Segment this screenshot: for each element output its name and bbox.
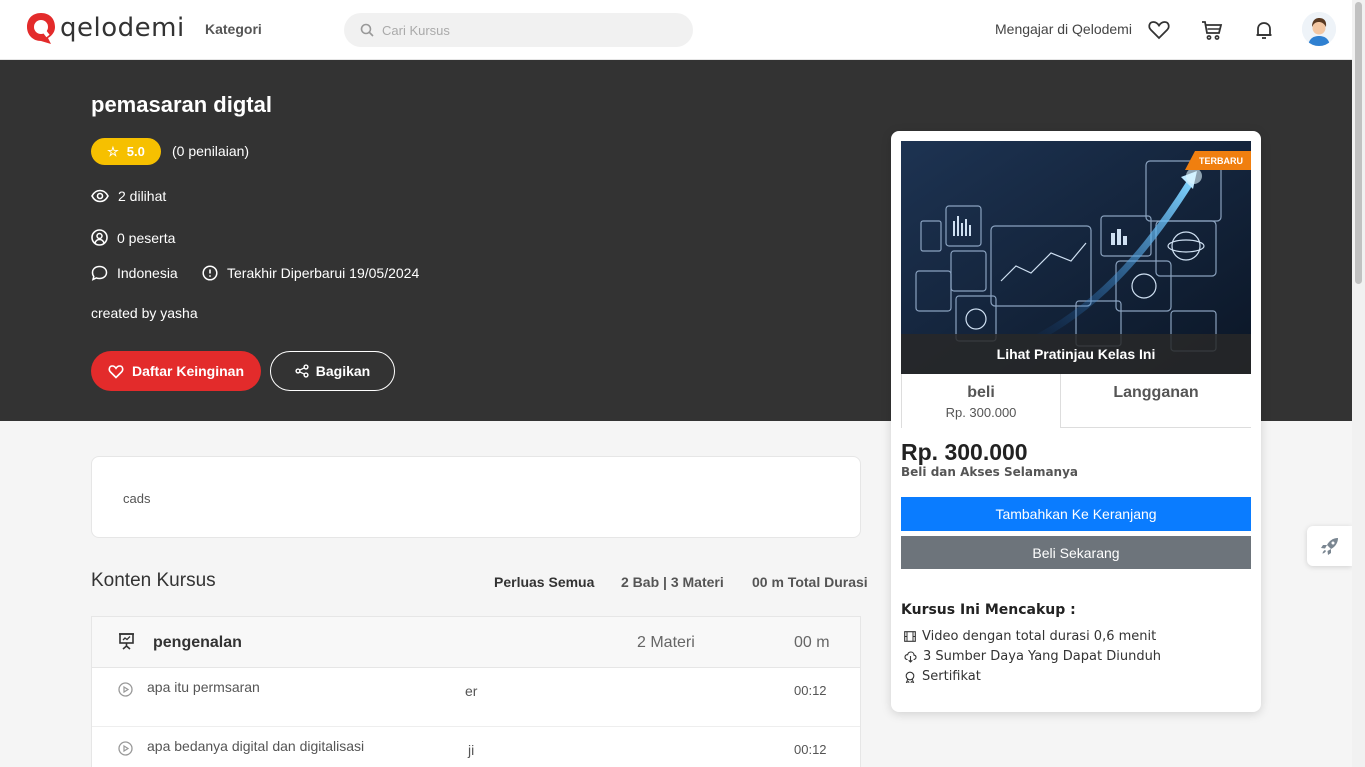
- add-to-cart-button[interactable]: Tambahkan Ke Keranjang: [901, 497, 1251, 531]
- lesson-note: er: [465, 683, 478, 699]
- heart-icon: [108, 364, 124, 379]
- section-title: pengenalan: [153, 634, 242, 651]
- rating-badge: ☆ 5.0: [91, 138, 161, 165]
- include-certificate-text: Sertifikat: [922, 669, 981, 684]
- description-card: cads: [91, 456, 861, 538]
- include-resources-text: 3 Sumber Daya Yang Dapat Diunduh: [923, 649, 1162, 664]
- wishlist-button[interactable]: Daftar Keinginan: [91, 351, 261, 391]
- total-duration: 00 m Total Durasi: [752, 574, 868, 590]
- participants-count: 0 peserta: [117, 229, 176, 246]
- search-icon: [360, 23, 374, 37]
- play-circle-icon: [118, 682, 133, 697]
- views-count: 2 dilihat: [118, 188, 167, 204]
- eye-icon: [91, 189, 109, 203]
- include-item-resources: 3 Sumber Daya Yang Dapat Diunduh: [904, 649, 1161, 664]
- section-duration: 00 m: [794, 634, 830, 651]
- section-count: 2 Materi: [637, 634, 695, 651]
- lesson-row[interactable]: apa bedanya digital dan digitalisasi ji …: [92, 727, 860, 767]
- buy-now-button[interactable]: Beli Sekarang: [901, 536, 1251, 569]
- logo-q-icon: [24, 11, 58, 45]
- purchase-card: TERBARU Lihat Pratinjau Kelas Ini beli R…: [891, 131, 1261, 712]
- heart-icon[interactable]: [1147, 18, 1171, 42]
- lesson-row[interactable]: apa itu permsaran er 00:12: [92, 668, 860, 727]
- rating-count: (0 penilaian): [172, 143, 250, 159]
- updated-row: Terakhir Diperbarui 19/05/2024: [202, 265, 419, 281]
- logo-text: qelodemi: [60, 13, 185, 43]
- price: Rp. 300.000: [901, 439, 1028, 465]
- expand-all-button[interactable]: Perluas Semua: [494, 574, 594, 590]
- search-bar: [344, 13, 693, 47]
- share-icon: [295, 364, 309, 378]
- scrollbar-thumb[interactable]: [1355, 2, 1362, 284]
- top-navbar: qelodemi Kategori Mengajar di Qelodemi: [0, 0, 1352, 60]
- views-row: 2 dilihat: [91, 188, 166, 204]
- includes-title: Kursus Ini Mencakup :: [901, 602, 1076, 618]
- section-header[interactable]: pengenalan 2 Materi 00 m: [92, 617, 860, 668]
- course-title: pemasaran digtal: [91, 92, 272, 117]
- course-preview[interactable]: TERBARU Lihat Pratinjau Kelas Ini: [901, 141, 1251, 374]
- presentation-icon: [119, 633, 134, 650]
- search-input[interactable]: [382, 22, 662, 38]
- language: Indonesia: [117, 265, 178, 281]
- lesson-title: apa bedanya digital dan digitalisasi: [147, 738, 365, 754]
- play-circle-icon: [118, 741, 133, 756]
- preview-label: Lihat Pratinjau Kelas Ini: [901, 334, 1251, 374]
- certificate-icon: [905, 671, 915, 683]
- page-scrollbar[interactable]: [1352, 0, 1365, 767]
- content-summary: 2 Bab | 3 Materi: [621, 574, 724, 590]
- lesson-duration: 00:12: [794, 683, 827, 698]
- star-icon: ☆: [107, 143, 119, 159]
- include-video-text: Video dengan total durasi 0,6 menit: [922, 629, 1157, 644]
- price-note: Beli dan Akses Selamanya: [901, 465, 1079, 479]
- tab-buy-title: beli: [967, 384, 995, 401]
- include-item-video: Video dengan total durasi 0,6 menit: [904, 629, 1156, 644]
- share-button[interactable]: Bagikan: [270, 351, 395, 391]
- bell-icon[interactable]: [1252, 18, 1276, 42]
- wishlist-label: Daftar Keinginan: [131, 363, 244, 379]
- rocket-icon: [1320, 538, 1338, 555]
- participants-row: 0 peserta: [91, 229, 175, 246]
- created-by: created by yasha: [91, 305, 198, 321]
- tab-subscription-label: Langganan: [1113, 384, 1199, 401]
- tab-subscription[interactable]: Langganan: [1061, 374, 1251, 428]
- cloud-download-icon: [904, 650, 917, 663]
- kategori-menu[interactable]: Kategori: [205, 21, 262, 37]
- tab-buy-price: Rp. 300.000: [945, 405, 1017, 420]
- course-content-list: pengenalan 2 Materi 00 m apa itu permsar…: [91, 616, 861, 767]
- description-text: cads: [123, 491, 151, 506]
- logo[interactable]: qelodemi: [24, 10, 185, 46]
- film-icon: [904, 631, 916, 642]
- tab-buy[interactable]: beli Rp. 300.000: [901, 374, 1061, 428]
- share-label: Bagikan: [315, 363, 371, 379]
- chat-bubble-icon: [91, 265, 108, 281]
- floating-rocket-button[interactable]: [1307, 526, 1352, 566]
- course-content-title: Konten Kursus: [91, 570, 216, 591]
- rating-value: 5.0: [126, 144, 145, 159]
- avatar[interactable]: [1302, 12, 1336, 46]
- new-badge: TERBARU: [1185, 151, 1251, 170]
- clock-alert-icon: [202, 265, 218, 281]
- cart-icon[interactable]: [1200, 18, 1224, 42]
- include-item-certificate: Sertifikat: [904, 669, 981, 684]
- lesson-duration: 00:12: [794, 742, 827, 757]
- teach-link[interactable]: Mengajar di Qelodemi: [995, 21, 1132, 37]
- last-updated: Terakhir Diperbarui 19/05/2024: [227, 265, 420, 281]
- lesson-title: apa itu permsaran: [147, 679, 260, 695]
- language-row: Indonesia: [91, 265, 178, 281]
- user-circle-icon: [91, 229, 108, 246]
- lesson-note: ji: [468, 742, 475, 758]
